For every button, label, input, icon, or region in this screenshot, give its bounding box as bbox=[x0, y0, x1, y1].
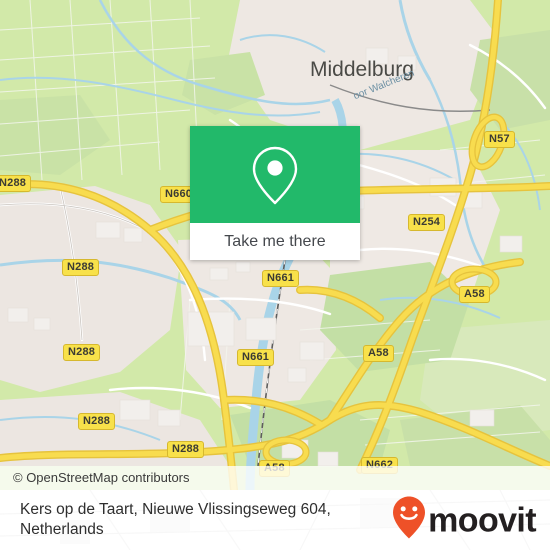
road-shield-n288-4: N288 bbox=[78, 413, 116, 430]
take-me-there-card[interactable]: Take me there bbox=[190, 126, 360, 260]
road-shield-n288-1: N288 bbox=[0, 175, 32, 192]
moovit-wordmark: moovit bbox=[428, 501, 536, 539]
road-shield-n661-2: N661 bbox=[237, 349, 275, 366]
road-shield-n288-3: N288 bbox=[63, 344, 101, 361]
footer-bar: Kers op de Taart, Nieuwe Vlissingseweg 6… bbox=[0, 490, 550, 550]
map-attribution[interactable]: © OpenStreetMap contributors bbox=[0, 466, 550, 490]
road-shield-n288-2: N288 bbox=[62, 259, 100, 276]
road-shield-n661-1: N661 bbox=[262, 270, 300, 287]
road-shield-n288-5: N288 bbox=[167, 441, 205, 458]
road-shield-a58-1: A58 bbox=[459, 286, 490, 303]
road-shield-n57: N57 bbox=[484, 131, 515, 148]
location-pin-icon bbox=[247, 143, 303, 207]
road-shield-a58-2: A58 bbox=[363, 345, 394, 362]
moovit-location-card: Middelburg oor Walcheren N288 N660 N288 … bbox=[0, 0, 550, 550]
location-title: Kers op de Taart, Nieuwe Vlissingseweg 6… bbox=[20, 501, 331, 538]
moovit-logo[interactable]: moovit bbox=[392, 496, 537, 545]
road-shield-n254: N254 bbox=[408, 214, 446, 231]
promo-card-banner bbox=[190, 126, 360, 223]
take-me-there-button[interactable]: Take me there bbox=[190, 223, 360, 260]
moovit-smiley-pin-icon bbox=[392, 496, 426, 545]
